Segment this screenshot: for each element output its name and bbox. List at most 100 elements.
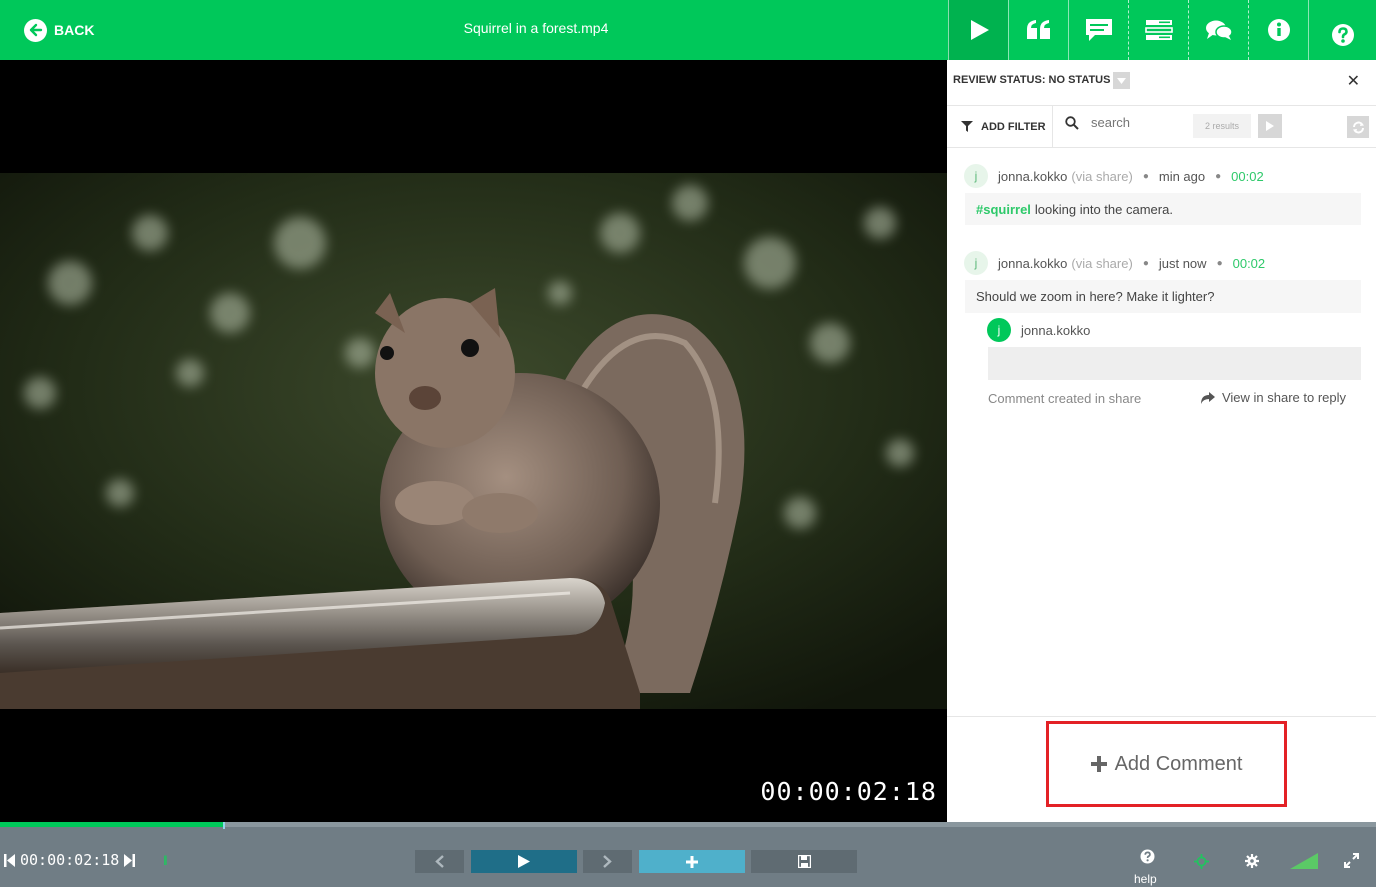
player-controls-bar: 00:00:02:18 ǀǀ help <box>0 822 1376 887</box>
back-label: BACK <box>54 22 95 38</box>
crosshair-icon <box>1193 853 1209 869</box>
comment-body[interactable]: #squirrel looking into the camera. <box>965 193 1361 225</box>
top-header: BACK Squirrel in a forest.mp4 <box>0 0 948 60</box>
comment-timecode[interactable]: 00:02 <box>1233 256 1266 271</box>
fullscreen-button[interactable] <box>1343 852 1360 869</box>
comment-via: (via share) <box>1071 255 1133 271</box>
back-button[interactable]: BACK <box>24 18 94 42</box>
search-icon <box>1065 115 1079 130</box>
volume-slider[interactable] <box>1290 852 1318 869</box>
quote-icon <box>1026 20 1050 39</box>
refresh-icon <box>1352 121 1364 133</box>
progress-handle[interactable] <box>223 822 226 829</box>
comment-user: jonna.kokko <box>998 255 1068 271</box>
add-comment-button[interactable]: Add Comment <box>1046 721 1287 807</box>
help-icon <box>1331 24 1354 46</box>
list-icon <box>1144 20 1173 40</box>
chat-icon <box>1205 20 1233 40</box>
comment-text: Should we zoom in here? Make it lighter? <box>976 289 1215 304</box>
add-filter-button[interactable]: ADD FILTER <box>947 106 1053 147</box>
reply-input[interactable] <box>988 347 1361 380</box>
help-label: help <box>1134 872 1157 886</box>
refresh-button[interactable] <box>1347 116 1369 138</box>
crosshair-button[interactable] <box>1193 853 1209 869</box>
reply-user: jonna.kokko <box>1021 322 1091 338</box>
caret-down-icon <box>1117 77 1126 84</box>
tab-chat[interactable] <box>1188 0 1248 60</box>
video-timecode: 00:00:02:18 <box>760 777 937 806</box>
plus-icon <box>1090 756 1107 772</box>
tab-play[interactable] <box>948 0 1008 60</box>
comment-body[interactable]: Should we zoom in here? Make it lighter? <box>965 280 1361 313</box>
tab-comments[interactable] <box>1068 0 1128 60</box>
filter-icon <box>961 121 973 132</box>
bottom-timecode: 00:00:02:18 <box>20 851 120 869</box>
view-in-share-label: View in share to reply <box>1221 390 1346 405</box>
play-icon <box>1266 121 1274 131</box>
help-button[interactable] <box>1138 847 1156 865</box>
bottom-timecode-group: 00:00:02:18 <box>4 851 136 869</box>
comment-timecode[interactable]: 00:02 <box>1231 169 1264 184</box>
close-panel-button[interactable]: ✕ <box>1347 71 1360 91</box>
add-filter-label: ADD FILTER <box>981 120 1046 133</box>
comment-tag[interactable]: #squirrel <box>976 202 1031 217</box>
chevron-right-icon <box>603 855 612 868</box>
arrow-left-icon <box>24 18 47 42</box>
comment-icon <box>1085 19 1112 41</box>
play-icon <box>518 855 530 868</box>
video-player[interactable]: 00:00:02:18 <box>0 60 947 822</box>
add-marker-button[interactable] <box>639 850 745 873</box>
add-comment-area: Add Comment <box>947 716 1376 822</box>
volume-level-icon <box>1290 852 1318 869</box>
tab-quotes[interactable] <box>1008 0 1068 60</box>
chevron-left-icon <box>435 855 444 868</box>
video-frame <box>0 173 947 709</box>
tab-help[interactable] <box>1308 0 1376 60</box>
prev-frame-button[interactable] <box>415 850 464 873</box>
review-status-label: REVIEW STATUS: NO STATUS <box>953 74 1111 86</box>
progress-fill <box>0 822 225 827</box>
pause-indicator-icon: ǀǀ <box>163 853 168 868</box>
comment-user: jonna.kokko <box>998 168 1068 184</box>
settings-button[interactable] <box>1244 853 1260 869</box>
file-title: Squirrel in a forest.mp4 <box>463 20 609 36</box>
search-go-button[interactable] <box>1258 114 1282 138</box>
skip-start-icon[interactable] <box>4 853 15 867</box>
comment-time: just now <box>1158 255 1207 271</box>
comment-time: min ago <box>1158 168 1206 184</box>
review-status-dropdown[interactable] <box>1113 72 1130 89</box>
tab-info[interactable] <box>1248 0 1308 60</box>
tab-list[interactable] <box>1128 0 1188 60</box>
avatar: j <box>964 164 988 188</box>
next-frame-button[interactable] <box>583 850 632 873</box>
skip-end-icon[interactable] <box>124 853 136 867</box>
gear-icon <box>1245 854 1259 868</box>
progress-bar[interactable] <box>0 822 1376 829</box>
squirrel-video-image <box>0 173 947 709</box>
info-icon <box>1267 19 1290 41</box>
filter-row: ADD FILTER 2 results <box>947 106 1376 148</box>
comment-meta: j jonna.kokko (via share) ● just now ● 0… <box>964 251 1265 275</box>
reply-meta: j jonna.kokko <box>987 318 1090 342</box>
play-button[interactable] <box>471 850 577 873</box>
search-box <box>1065 115 1191 130</box>
comment-text: looking into the camera. <box>1034 201 1173 217</box>
expand-icon <box>1344 853 1359 868</box>
play-icon <box>970 20 989 40</box>
comment-meta: j jonna.kokko (via share) ● min ago ● 00… <box>964 164 1264 188</box>
comment-via: (via share) <box>1071 168 1133 184</box>
view-in-share-link[interactable]: View in share to reply <box>1200 390 1346 405</box>
floppy-disk-icon <box>797 855 811 868</box>
search-input[interactable] <box>1091 115 1191 130</box>
comments-panel: REVIEW STATUS: NO STATUS ✕ ADD FILTER 2 … <box>947 60 1376 822</box>
panel-tab-bar <box>948 0 1376 60</box>
results-count: 2 results <box>1193 114 1251 138</box>
help-icon <box>1140 849 1154 863</box>
comment-created-note: Comment created in share <box>988 391 1142 406</box>
avatar: j <box>964 251 988 275</box>
review-status-row: REVIEW STATUS: NO STATUS ✕ <box>947 60 1376 106</box>
avatar: j <box>987 318 1011 342</box>
add-comment-label: Add Comment <box>1114 752 1243 775</box>
save-button[interactable] <box>751 850 857 873</box>
plus-icon <box>686 855 698 868</box>
